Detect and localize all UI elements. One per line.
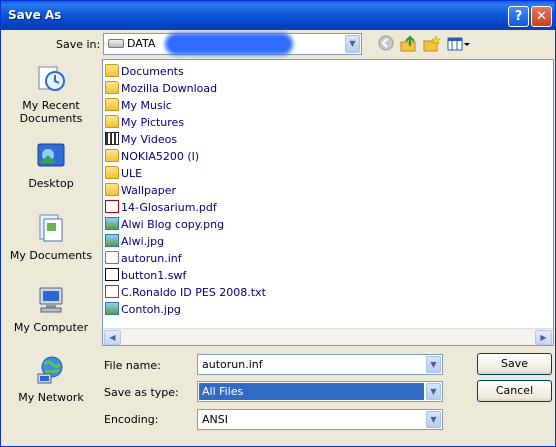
file-name: My Music xyxy=(121,99,172,112)
list-item[interactable]: Contoh.jpg xyxy=(105,301,181,318)
list-item[interactable]: Wallpaper xyxy=(105,182,176,199)
encoding-label: Encoding: xyxy=(104,413,159,426)
place-my-network[interactable]: My Network xyxy=(7,351,95,421)
list-item[interactable]: My Music xyxy=(105,97,172,114)
save-in-value: DATA xyxy=(127,37,156,50)
folder-icon xyxy=(105,81,119,94)
drive-icon xyxy=(108,39,124,48)
file-name: My Videos xyxy=(121,133,178,146)
list-item[interactable]: NOKIA5200 (I) xyxy=(105,148,199,165)
folder-icon xyxy=(105,64,119,77)
chevron-down-icon[interactable]: ▼ xyxy=(426,383,441,400)
encoding-select[interactable]: ANSI ▼ xyxy=(197,409,443,430)
close-button[interactable]: ✕ xyxy=(531,6,552,27)
places-bar: My Recent Documents Desktop My Documents… xyxy=(7,59,95,415)
list-item[interactable]: Alwi.jpg xyxy=(105,233,164,250)
save-as-dialog: Save As ? ✕ Save in: DATA ▼ My Recent Do… xyxy=(0,0,556,447)
image-file-icon xyxy=(105,302,119,315)
views-menu-icon[interactable] xyxy=(447,35,471,53)
file-name: autorun.inf xyxy=(121,252,182,265)
image-file-icon xyxy=(105,234,119,247)
save-as-type-label: Save as type: xyxy=(104,386,179,399)
save-in-label: Save in: xyxy=(56,38,101,51)
save-as-type-value: All Files xyxy=(199,383,424,400)
place-label: My Computer xyxy=(13,321,89,334)
save-button[interactable]: Save xyxy=(477,353,552,375)
redacted-region xyxy=(165,33,293,55)
place-label: Desktop xyxy=(28,177,74,190)
list-item[interactable]: 14-Glosarium.pdf xyxy=(105,199,217,216)
help-button[interactable]: ? xyxy=(508,6,529,27)
title-bar[interactable]: Save As ? ✕ xyxy=(1,1,555,30)
scroll-left-icon[interactable]: ◀ xyxy=(104,330,121,345)
image-file-icon xyxy=(105,217,119,230)
dialog-title: Save As xyxy=(8,8,62,22)
scroll-right-icon[interactable]: ▶ xyxy=(535,330,552,345)
back-icon[interactable] xyxy=(377,35,395,53)
text-file-icon xyxy=(105,285,119,298)
place-my-documents[interactable]: My Documents xyxy=(7,209,95,279)
folder-icon xyxy=(105,115,119,128)
folder-icon xyxy=(105,183,119,196)
video-folder-icon xyxy=(105,132,119,145)
chevron-down-icon[interactable]: ▼ xyxy=(426,411,441,428)
list-item[interactable]: My Pictures xyxy=(105,114,184,131)
list-item[interactable]: Alwi Blog copy.png xyxy=(105,216,224,233)
settings-file-icon xyxy=(105,251,119,264)
file-name: Alwi Blog copy.png xyxy=(121,218,225,231)
pdf-file-icon xyxy=(105,200,119,213)
desktop-icon xyxy=(36,141,66,171)
place-label: My Documents xyxy=(9,249,93,262)
place-recent-documents[interactable]: My Recent Documents xyxy=(7,59,95,129)
file-name: Wallpaper xyxy=(121,184,177,197)
file-name: ULE xyxy=(121,167,143,180)
file-name: Mozilla Download xyxy=(121,82,218,95)
list-item[interactable]: My Videos xyxy=(105,131,177,148)
cancel-button[interactable]: Cancel xyxy=(477,380,552,402)
folder-icon xyxy=(105,149,119,162)
list-item[interactable]: C.Ronaldo ID PES 2008.txt xyxy=(105,284,266,301)
list-item[interactable]: button1.swf xyxy=(105,267,186,284)
my-documents-icon xyxy=(36,213,66,243)
file-name: C.Ronaldo ID PES 2008.txt xyxy=(121,286,266,299)
up-folder-icon[interactable] xyxy=(400,35,418,53)
file-name: Contoh.jpg xyxy=(121,303,181,316)
new-folder-icon[interactable] xyxy=(423,35,441,53)
file-name: Alwi.jpg xyxy=(121,235,165,248)
list-item[interactable]: Documents xyxy=(105,63,184,80)
file-name: Documents xyxy=(121,65,184,78)
folder-icon xyxy=(105,98,119,111)
horizontal-scrollbar[interactable]: ◀ ▶ xyxy=(103,328,553,345)
save-as-type-select[interactable]: All Files ▼ xyxy=(197,381,443,402)
recent-documents-icon xyxy=(36,63,66,93)
folder-icon xyxy=(105,166,119,179)
file-list[interactable]: Documents Mozilla Download My Music My P… xyxy=(102,59,554,346)
place-label: My Network xyxy=(18,391,84,404)
list-item[interactable]: autorun.inf xyxy=(105,250,182,267)
place-label: My Recent Documents xyxy=(19,99,83,125)
file-name: NOKIA5200 (I) xyxy=(121,150,200,163)
file-name-field[interactable]: autorun.inf ▼ xyxy=(197,354,443,375)
my-computer-icon xyxy=(36,285,66,315)
list-item[interactable]: Mozilla Download xyxy=(105,80,217,97)
file-name: 14-Glosarium.pdf xyxy=(121,201,217,214)
file-name: My Pictures xyxy=(121,116,185,129)
my-network-icon xyxy=(36,355,66,385)
file-name: button1.swf xyxy=(121,269,187,282)
file-name-label: File name: xyxy=(104,359,161,372)
file-name-value: autorun.inf xyxy=(202,358,263,371)
chevron-down-icon[interactable]: ▼ xyxy=(426,356,441,373)
encoding-value: ANSI xyxy=(202,413,228,426)
chevron-down-icon[interactable]: ▼ xyxy=(345,35,360,53)
list-item[interactable]: ULE xyxy=(105,165,142,182)
place-my-computer[interactable]: My Computer xyxy=(7,281,95,351)
swf-file-icon xyxy=(105,268,119,281)
place-desktop[interactable]: Desktop xyxy=(7,137,95,207)
